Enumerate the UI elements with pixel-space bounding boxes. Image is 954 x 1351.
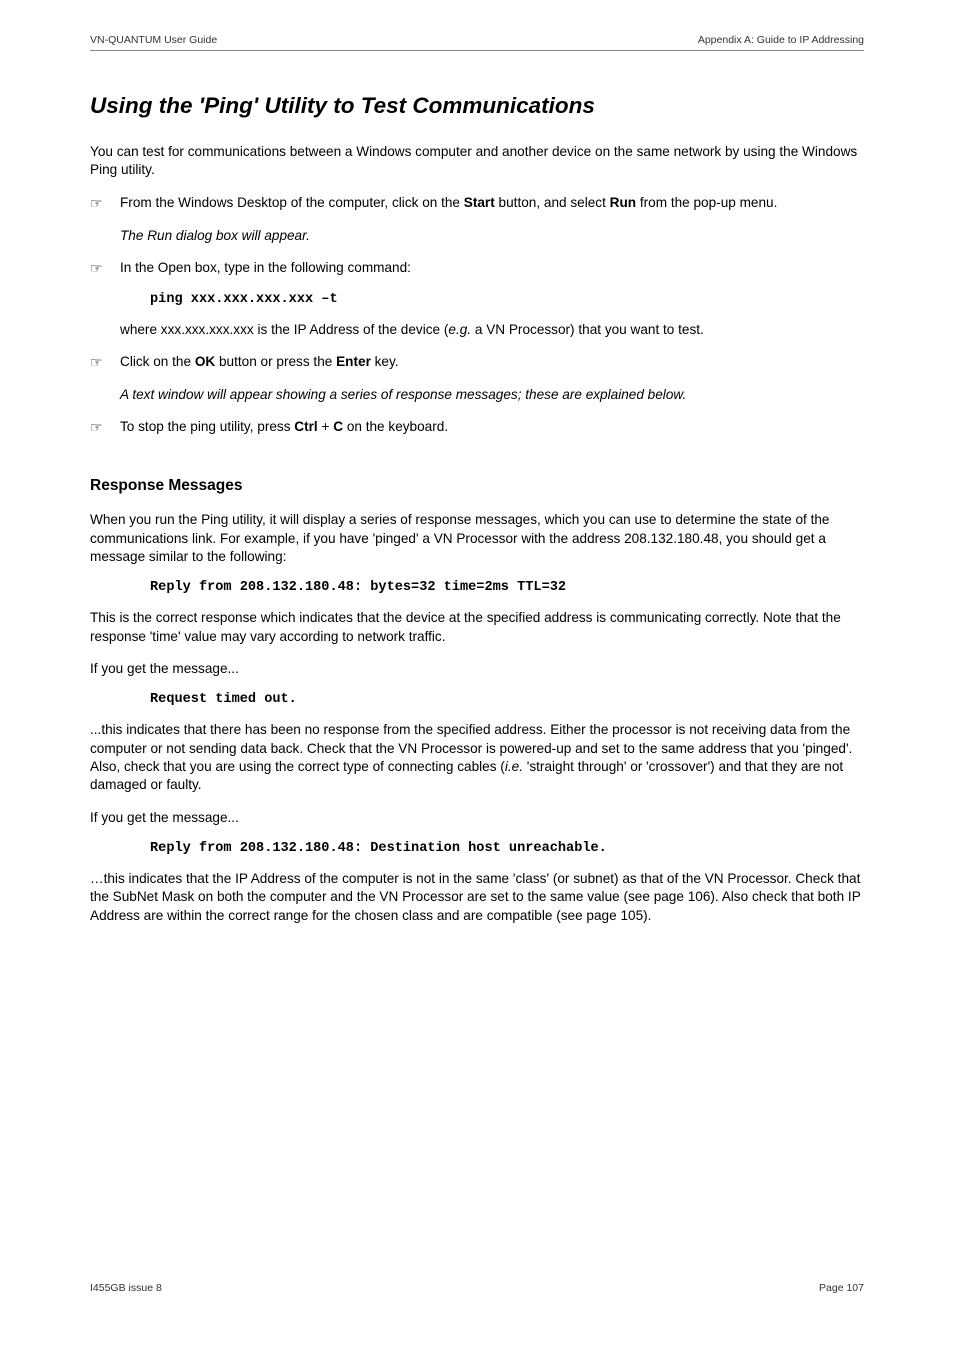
header-left: VN-QUANTUM User Guide	[90, 34, 217, 46]
response-heading: Response Messages	[90, 477, 864, 495]
step-1-result: The Run dialog box will appear.	[120, 227, 864, 245]
where-clause: where xxx.xxx.xxx.xxx is the IP Address …	[120, 321, 864, 339]
ie: i.e.	[505, 759, 523, 774]
text: From the Windows Desktop of the computer…	[120, 195, 464, 210]
text: +	[318, 419, 334, 434]
page-footer: I455GB issue 8 Page 107	[90, 1282, 864, 1294]
response-intro: When you run the Ping utility, it will d…	[90, 511, 864, 566]
timed-out-para: ...this indicates that there has been no…	[90, 721, 864, 794]
step-1-body: From the Windows Desktop of the computer…	[120, 194, 864, 213]
text: a VN Processor) that you want to test.	[471, 322, 704, 337]
intro-paragraph: You can test for communications between …	[90, 143, 864, 180]
text: on the keyboard.	[343, 419, 448, 434]
bold-run: Run	[610, 195, 636, 210]
header-rule	[90, 50, 864, 51]
step-3-body: Click on the OK button or press the Ente…	[120, 353, 864, 372]
reply-unreachable-output: Reply from 208.132.180.48: Destination h…	[150, 841, 864, 856]
pointer-icon: ☞	[90, 418, 108, 437]
step-1: ☞ From the Windows Desktop of the comput…	[90, 194, 864, 213]
footer-spacer	[90, 939, 864, 1242]
bold-enter: Enter	[336, 354, 371, 369]
document-page: VN-QUANTUM User Guide Appendix A: Guide …	[0, 0, 954, 1334]
text: Click on the	[120, 354, 195, 369]
text: button or press the	[215, 354, 336, 369]
step-2: ☞ In the Open box, type in the following…	[90, 259, 864, 278]
footer-right: Page 107	[819, 1282, 864, 1294]
step-3-result: A text window will appear showing a seri…	[120, 386, 864, 404]
request-timed-out-output: Request timed out.	[150, 692, 864, 707]
bold-ok: OK	[195, 354, 215, 369]
if-message-2: If you get the message...	[90, 809, 864, 827]
ping-command: ping xxx.xxx.xxx.xxx –t	[150, 292, 864, 307]
bold-c: C	[333, 419, 343, 434]
text: key.	[371, 354, 399, 369]
bold-ctrl: Ctrl	[294, 419, 317, 434]
text: To stop the ping utility, press	[120, 419, 294, 434]
page-title: Using the 'Ping' Utility to Test Communi…	[90, 93, 864, 119]
step-4: ☞ To stop the ping utility, press Ctrl +…	[90, 418, 864, 437]
page-header: VN-QUANTUM User Guide Appendix A: Guide …	[90, 34, 864, 46]
pointer-icon: ☞	[90, 353, 108, 372]
bold-start: Start	[464, 195, 495, 210]
reply-ok-output: Reply from 208.132.180.48: bytes=32 time…	[150, 580, 864, 595]
pointer-icon: ☞	[90, 259, 108, 278]
step-4-body: To stop the ping utility, press Ctrl + C…	[120, 418, 864, 437]
if-message-1: If you get the message...	[90, 660, 864, 678]
text: where xxx.xxx.xxx.xxx is the IP Address …	[120, 322, 448, 337]
text: from the pop-up menu.	[636, 195, 777, 210]
response-correct-para: This is the correct response which indic…	[90, 609, 864, 646]
header-right: Appendix A: Guide to IP Addressing	[698, 34, 864, 46]
footer-left: I455GB issue 8	[90, 1282, 162, 1294]
unreachable-para: …this indicates that the IP Address of t…	[90, 870, 864, 925]
step-3: ☞ Click on the OK button or press the En…	[90, 353, 864, 372]
step-2-body: In the Open box, type in the following c…	[120, 259, 864, 278]
pointer-icon: ☞	[90, 194, 108, 213]
eg: e.g.	[448, 322, 471, 337]
text: button, and select	[495, 195, 610, 210]
